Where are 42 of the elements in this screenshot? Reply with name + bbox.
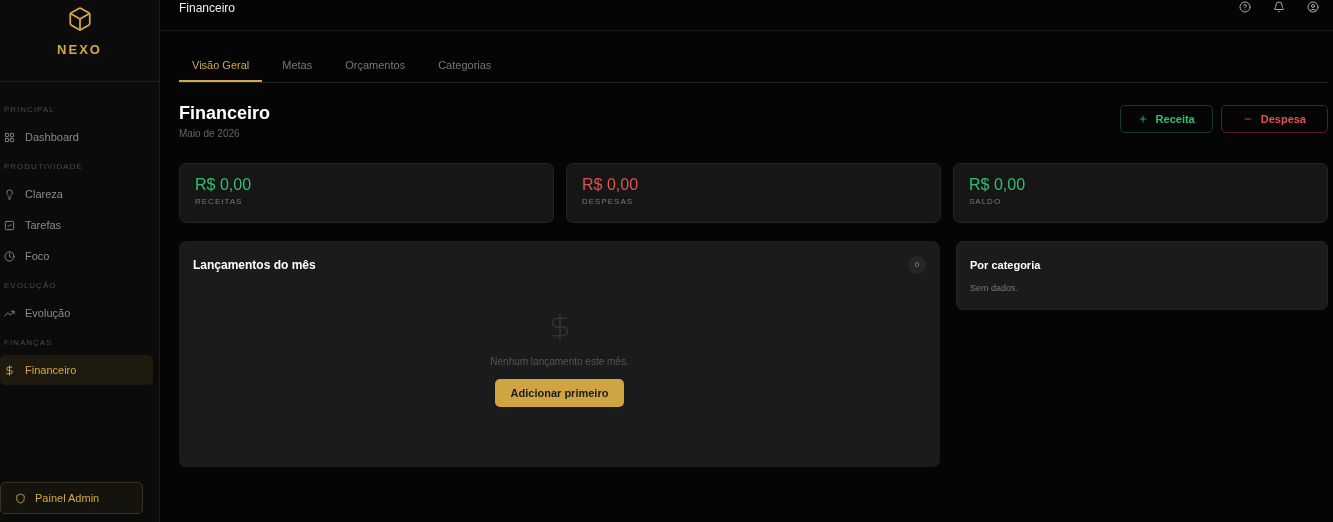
sidebar-item[interactable]: Dashboard <box>0 122 153 152</box>
count-badge: 0 <box>908 256 926 274</box>
section-label: FINANÇAS <box>3 337 54 349</box>
dollar-icon <box>4 364 15 376</box>
stat-value: R$ 0,00 <box>582 175 639 195</box>
notification-bell-icon[interactable] <box>1273 1 1285 13</box>
stat-label: SALDO <box>969 196 1002 208</box>
add-income-button[interactable]: Receita <box>1119 105 1213 133</box>
tab[interactable]: Visão Geral <box>179 51 263 82</box>
cube-logo-icon <box>66 6 93 32</box>
stat-value: R$ 0,00 <box>195 175 252 195</box>
stat-value: R$ 0,00 <box>969 175 1026 195</box>
user-profile-icon[interactable] <box>1307 1 1319 13</box>
stat-label: RECEITAS <box>195 196 243 208</box>
sidebar-item[interactable]: Tarefas <box>0 210 153 240</box>
empty-message: Sem dados. <box>970 281 1020 295</box>
card-title: Lançamentos do mês <box>193 257 316 274</box>
brand-name: NEXO <box>57 41 102 59</box>
admin-panel-button[interactable]: Painel Admin <box>0 482 143 514</box>
clock-icon <box>4 250 15 262</box>
checkbox-icon <box>4 219 15 231</box>
sidebar-item[interactable]: Financeiro <box>0 355 153 385</box>
header-title: Financeiro <box>179 0 236 15</box>
tab[interactable]: Metas <box>269 51 326 82</box>
add-first-button[interactable]: Adicionar primeiro <box>494 379 625 407</box>
grid-icon <box>4 131 15 143</box>
tab[interactable]: Orçamentos <box>332 51 419 82</box>
tab[interactable]: Categorias <box>425 51 505 82</box>
sidebar-item[interactable]: Evolução <box>0 298 153 328</box>
page-title: Financeiro <box>179 102 271 124</box>
section-label: EVOLUÇÃO <box>3 280 58 292</box>
lightbulb-icon <box>4 188 15 200</box>
section-label: PRINCIPAL <box>3 104 56 116</box>
help-icon[interactable] <box>1239 1 1251 13</box>
sidebar-item[interactable]: Foco <box>0 241 153 271</box>
page-subtitle: Maio de 2026 <box>179 127 241 141</box>
add-expense-button[interactable]: Despesa <box>1220 105 1328 133</box>
shield-icon <box>15 492 26 504</box>
stat-label: DESPESAS <box>582 196 634 208</box>
plus-icon <box>1137 114 1148 124</box>
card-title: Por categoria <box>970 258 1042 273</box>
sidebar-item[interactable]: Clareza <box>0 179 153 209</box>
